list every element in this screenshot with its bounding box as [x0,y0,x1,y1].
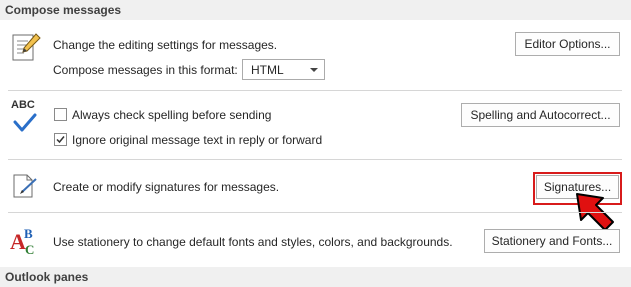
checkmark-icon [56,136,65,144]
always-check-spelling-checkbox[interactable] [54,108,67,121]
section-title: Outlook panes [5,270,89,284]
compose-format-select[interactable]: HTML [242,59,325,80]
stationery-fonts-icon: A B C [10,226,34,257]
editing-description: Change the editing settings for messages… [53,38,278,52]
edit-settings-icon [12,33,41,61]
divider [8,212,622,213]
ignore-original-text-checkbox[interactable] [54,133,67,146]
signature-icon [13,174,37,198]
compose-format-value: HTML [251,63,284,77]
ignore-original-text-label: Ignore original message text in reply or… [72,133,323,147]
editor-options-button[interactable]: Editor Options... [515,32,620,56]
section-title: Compose messages [5,3,122,17]
stationery-fonts-button[interactable]: Stationery and Fonts... [484,229,620,253]
svg-text:B: B [24,226,33,241]
divider [8,159,622,160]
abc-label: ABC [11,99,35,111]
section-header-compose-messages: Compose messages [0,0,631,20]
svg-text:C: C [25,242,34,257]
always-check-spelling-label: Always check spelling before sending [72,108,272,122]
spelling-autocorrect-button[interactable]: Spelling and Autocorrect... [461,103,620,127]
spelling-check-icon [13,113,37,132]
stationery-description: Use stationery to change default fonts a… [53,235,453,249]
pointer-arrow-icon [576,193,614,231]
compose-format-label: Compose messages in this format: [53,63,238,77]
chevron-down-icon [310,68,318,72]
divider [8,90,622,91]
signatures-description: Create or modify signatures for messages… [53,180,280,194]
section-header-outlook-panes: Outlook panes [0,267,631,287]
